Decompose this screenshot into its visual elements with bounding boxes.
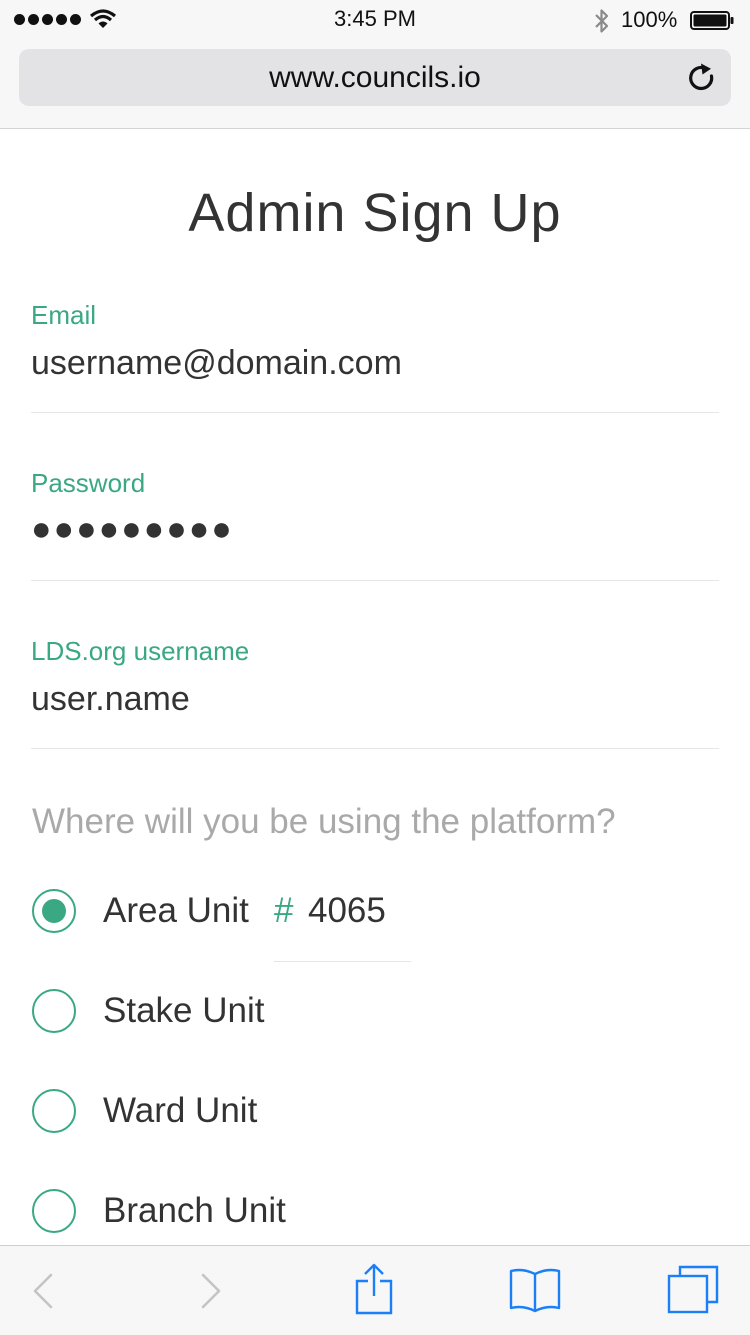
bookmarks-icon[interactable] [508, 1266, 562, 1314]
area-unit-number-field[interactable]: # 4065 [274, 889, 411, 962]
radio-label-branch-unit[interactable]: Branch Unit [103, 1191, 286, 1231]
battery-icon [690, 11, 734, 30]
radio-selected-dot [42, 899, 66, 923]
password-label: Password [31, 468, 146, 498]
radio-option-branch-unit[interactable]: Branch Unit [32, 1189, 722, 1239]
platform-question: Where will you be using the platform? [32, 802, 616, 841]
tabs-button[interactable] [664, 1246, 722, 1335]
radio-option-area-unit[interactable]: Area Unit # 4065 [32, 889, 722, 962]
tabs-icon[interactable] [666, 1264, 720, 1314]
area-unit-number-input[interactable]: 4065 [308, 891, 386, 931]
password-field[interactable]: Password ●●●●●●●●● [31, 468, 719, 581]
forward-chevron-icon[interactable] [200, 1273, 222, 1309]
battery-percentage: 100% [621, 7, 678, 32]
radio-button-ward-unit[interactable] [32, 1089, 76, 1133]
radio-option-ward-unit[interactable]: Ward Unit [32, 1089, 722, 1139]
share-icon[interactable] [354, 1263, 394, 1315]
back-button[interactable] [22, 1246, 66, 1335]
lds-username-label: LDS.org username [31, 636, 250, 666]
bluetooth-icon [595, 9, 609, 33]
address-bar[interactable]: www.councils.io [19, 49, 731, 106]
share-button[interactable] [350, 1246, 398, 1335]
url-text[interactable]: www.councils.io [19, 61, 731, 95]
status-bar: 3:45 PM 100% [0, 0, 750, 40]
radio-label-area-unit[interactable]: Area Unit [103, 891, 249, 931]
radio-option-stake-unit[interactable]: Stake Unit [32, 989, 722, 1039]
radio-button-area-unit[interactable] [32, 889, 76, 933]
email-label: Email [31, 300, 97, 330]
bookmarks-button[interactable] [506, 1246, 564, 1335]
radio-button-stake-unit[interactable] [32, 989, 76, 1033]
browser-nav-bar: www.councils.io [0, 40, 750, 129]
lds-username-field[interactable]: LDS.org username user.name [31, 636, 719, 749]
reload-icon[interactable] [687, 62, 717, 94]
radio-label-ward-unit[interactable]: Ward Unit [103, 1091, 257, 1131]
hash-icon: # [274, 891, 294, 930]
email-input[interactable]: username@domain.com [31, 344, 402, 383]
radio-button-branch-unit[interactable] [32, 1189, 76, 1233]
page-title: Admin Sign Up [188, 183, 562, 243]
forward-button[interactable] [190, 1246, 234, 1335]
email-field[interactable]: Email username@domain.com [31, 300, 719, 413]
browser-toolbar [0, 1245, 750, 1335]
radio-label-stake-unit[interactable]: Stake Unit [103, 991, 264, 1031]
password-input[interactable]: ●●●●●●●●● [31, 510, 234, 549]
back-chevron-icon[interactable] [32, 1273, 54, 1309]
lds-username-input[interactable]: user.name [31, 680, 190, 719]
